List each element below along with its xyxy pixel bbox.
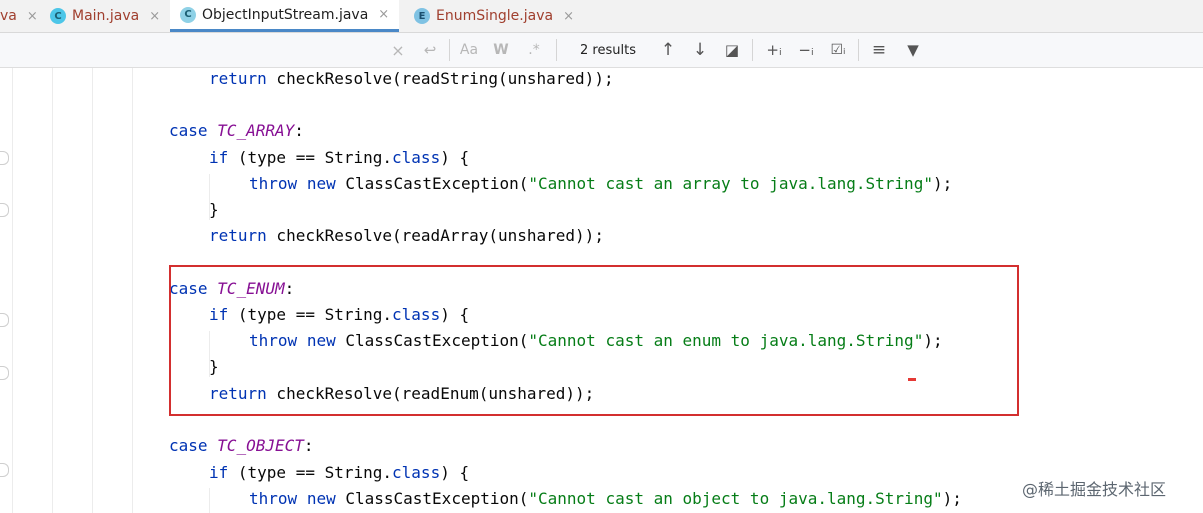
code-line: case TC_ARRAY: (169, 121, 304, 140)
fold-marker[interactable] (0, 366, 9, 380)
fold-marker[interactable] (0, 203, 9, 217)
tab-label: va (0, 8, 17, 24)
indent-guide (12, 68, 13, 513)
code-line: return checkResolve(readString(unshared)… (209, 69, 614, 88)
code-line: if (type == String.class) { (209, 463, 470, 482)
code-line: throw new ClassCastException("Cannot cas… (249, 489, 962, 508)
close-icon[interactable]: × (27, 9, 38, 24)
error-marker (908, 378, 916, 381)
toolbar-divider (752, 39, 753, 61)
code-line: case TC_OBJECT: (169, 436, 314, 455)
code-line: if (type == String.class) { (209, 148, 470, 167)
indent-guide (209, 488, 210, 513)
code-line: throw new ClassCastException("Cannot cas… (249, 174, 953, 193)
tab-main-java[interactable]: C Main.java × (50, 0, 160, 32)
select-all-occurrences-icon[interactable]: ☑ᵢ (826, 33, 850, 67)
tab-enumsingle-java[interactable]: E EnumSingle.java × (414, 0, 574, 32)
indent-guide (52, 68, 53, 513)
find-toolbar: × ↩ Aa W .* 2 results ↑ ↓ ◪ +ᵢ −ᵢ ☑ᵢ ≡ ▼ (0, 33, 1203, 68)
regex-toggle[interactable]: .* (525, 33, 543, 67)
search-history-icon[interactable]: ↩ (420, 33, 440, 67)
fold-marker[interactable] (0, 463, 9, 477)
java-class-icon: C (180, 6, 196, 23)
highlight-annotation-box (169, 265, 1019, 416)
tab-objectinputstream-java[interactable]: C ObjectInputStream.java × (170, 0, 400, 32)
search-results-count: 2 results (580, 42, 636, 58)
add-occurrence-icon[interactable]: +ᵢ (762, 33, 786, 67)
code-line: return checkResolve(readArray(unshared))… (209, 226, 604, 245)
remove-occurrence-icon[interactable]: −ᵢ (794, 33, 818, 67)
close-icon[interactable]: × (378, 7, 389, 22)
close-icon[interactable]: × (149, 9, 160, 24)
toolbar-divider (556, 39, 557, 61)
indent-guide (132, 68, 133, 513)
java-class-icon: C (50, 8, 66, 24)
tab-label: ObjectInputStream.java (202, 6, 369, 23)
whole-words-toggle[interactable]: W (492, 33, 510, 67)
open-in-window-icon[interactable]: ◪ (723, 33, 741, 67)
toolbar-divider (858, 39, 859, 61)
tab-truncated[interactable]: va × (0, 0, 38, 32)
filter-search-results-icon[interactable]: ≡ (868, 33, 890, 67)
watermark: @稀土掘金技术社区 (1022, 480, 1167, 499)
fold-marker[interactable] (0, 313, 9, 327)
tab-label: Main.java (72, 8, 140, 24)
previous-occurrence-icon[interactable]: ↑ (659, 33, 677, 67)
clear-search-icon[interactable]: × (390, 33, 406, 67)
next-occurrence-icon[interactable]: ↓ (691, 33, 709, 67)
fold-marker[interactable] (0, 151, 9, 165)
editor-tab-bar: va × C Main.java × C ObjectInputStream.j… (0, 0, 1203, 33)
code-line: } (209, 200, 219, 219)
tab-label: EnumSingle.java (436, 8, 554, 24)
indent-guide (92, 68, 93, 513)
match-case-toggle[interactable]: Aa (458, 33, 480, 67)
toolbar-divider (449, 39, 450, 61)
java-enum-icon: E (414, 8, 430, 24)
close-icon[interactable]: × (563, 9, 574, 24)
filter-icon[interactable]: ▼ (902, 33, 924, 67)
